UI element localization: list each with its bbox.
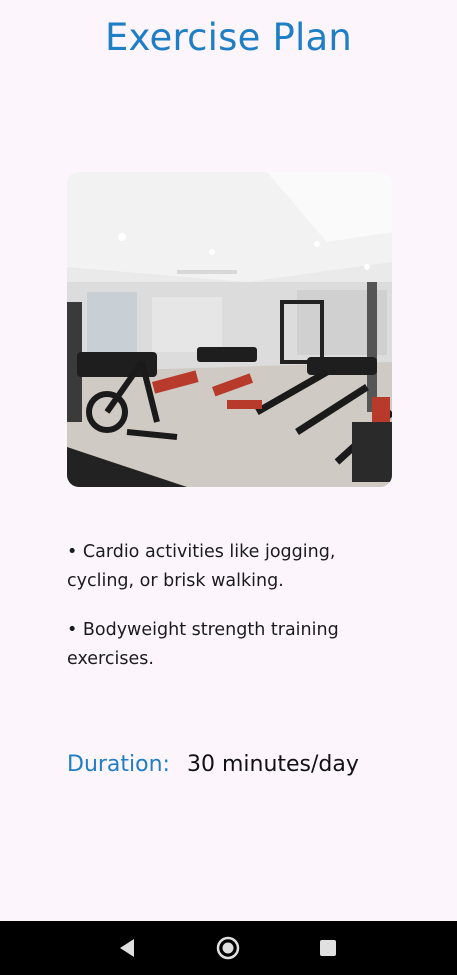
recents-square-icon[interactable] — [316, 936, 340, 960]
list-item: • Bodyweight strength training exercises… — [67, 620, 339, 669]
gym-image — [67, 172, 392, 487]
list-item: • Cardio activities like jogging, cyclin… — [67, 542, 336, 591]
duration-row: Duration: 30 minutes/day — [67, 752, 359, 777]
home-circle-icon[interactable] — [216, 936, 240, 960]
back-triangle-icon[interactable] — [116, 936, 140, 960]
system-nav-bar — [0, 921, 457, 975]
exercise-list: • Cardio activities like jogging, cyclin… — [67, 538, 367, 694]
page-title: Exercise Plan — [104, 16, 353, 59]
duration-value: 30 minutes/day — [186, 752, 359, 777]
duration-label: Duration: — [67, 752, 170, 777]
